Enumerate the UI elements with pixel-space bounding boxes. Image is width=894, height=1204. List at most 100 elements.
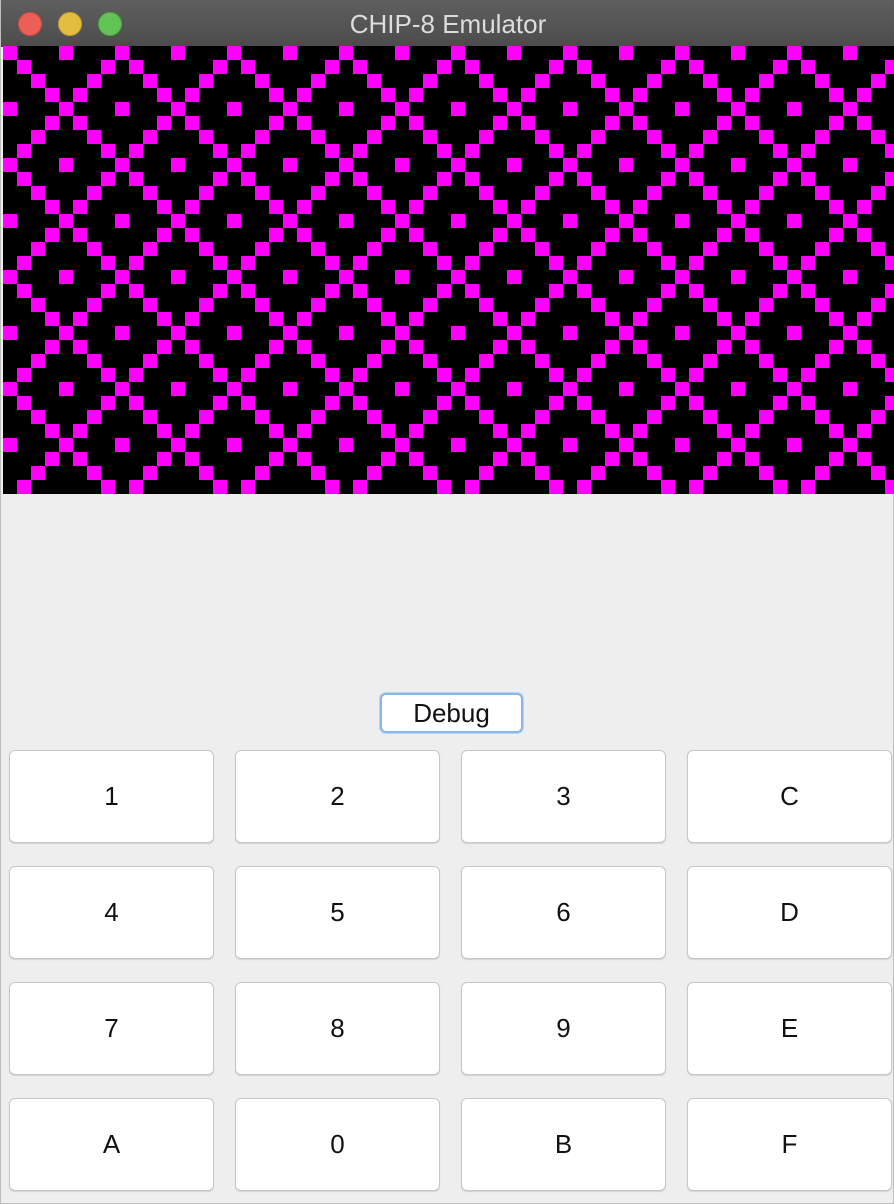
display-pixel	[549, 480, 563, 494]
key-0[interactable]: 0	[235, 1098, 440, 1191]
display-pixel	[3, 382, 17, 396]
display-pixel	[773, 396, 787, 410]
display-pixel	[577, 368, 591, 382]
display-pixel	[745, 424, 759, 438]
display-pixel	[157, 424, 171, 438]
display-pixel	[101, 172, 115, 186]
display-pixel	[815, 466, 829, 480]
display-pixel	[535, 186, 549, 200]
display-pixel	[171, 382, 185, 396]
display-pixel	[241, 396, 255, 410]
display-pixel	[129, 284, 143, 298]
display-pixel	[675, 438, 689, 452]
key-b[interactable]: B	[461, 1098, 666, 1191]
display-pixel	[199, 186, 213, 200]
display-pixel	[269, 116, 283, 130]
key-5[interactable]: 5	[235, 866, 440, 959]
display-pixel	[689, 172, 703, 186]
display-pixel	[227, 326, 241, 340]
display-pixel	[31, 186, 45, 200]
display-pixel	[689, 284, 703, 298]
window-title: CHIP-8 Emulator	[349, 9, 547, 39]
display-pixel	[465, 60, 479, 74]
display-pixel	[563, 382, 577, 396]
display-pixel	[45, 200, 59, 214]
display-pixel	[437, 396, 451, 410]
key-e[interactable]: E	[687, 982, 892, 1075]
display-pixel	[45, 228, 59, 242]
display-pixel	[73, 340, 87, 354]
display-pixel	[745, 228, 759, 242]
display-pixel	[255, 186, 269, 200]
display-pixel	[101, 144, 115, 158]
display-pixel	[451, 214, 465, 228]
display-pixel	[311, 354, 325, 368]
display-pixel	[199, 410, 213, 424]
display-pixel	[241, 60, 255, 74]
key-c[interactable]: C	[687, 750, 892, 843]
display-pixel	[297, 424, 311, 438]
display-pixel	[143, 186, 157, 200]
title-bar[interactable]: CHIP-8 Emulator	[1, 0, 894, 47]
key-3[interactable]: 3	[461, 750, 666, 843]
key-8[interactable]: 8	[235, 982, 440, 1075]
key-f[interactable]: F	[687, 1098, 892, 1191]
key-9[interactable]: 9	[461, 982, 666, 1075]
display-pixel	[409, 452, 423, 466]
display-pixel	[759, 410, 773, 424]
display-pixel	[717, 116, 731, 130]
display-pixel	[507, 214, 521, 228]
display-pixel	[227, 438, 241, 452]
display-pixel	[717, 312, 731, 326]
display-pixel	[535, 298, 549, 312]
display-pixel	[731, 158, 745, 172]
key-1[interactable]: 1	[9, 750, 214, 843]
display-pixel	[507, 382, 521, 396]
key-4[interactable]: 4	[9, 866, 214, 959]
display-pixel	[339, 214, 353, 228]
display-pixel	[717, 340, 731, 354]
display-pixel	[157, 452, 171, 466]
display-pixel	[185, 200, 199, 214]
display-pixel	[493, 340, 507, 354]
display-pixel	[395, 326, 409, 340]
display-pixel	[857, 88, 871, 102]
display-pixel	[325, 60, 339, 74]
key-d[interactable]: D	[687, 866, 892, 959]
display-pixel	[521, 200, 535, 214]
debug-button[interactable]: Debug	[380, 693, 523, 733]
display-pixel	[535, 354, 549, 368]
display-pixel	[465, 480, 479, 494]
display-pixel	[591, 186, 605, 200]
display-pixel	[115, 382, 129, 396]
display-pixel	[507, 270, 521, 284]
display-pixel	[283, 438, 297, 452]
key-2[interactable]: 2	[235, 750, 440, 843]
key-6[interactable]: 6	[461, 866, 666, 959]
display-pixel	[437, 172, 451, 186]
display-pixel	[87, 74, 101, 88]
display-pixel	[591, 298, 605, 312]
display-pixel	[31, 242, 45, 256]
key-7[interactable]: 7	[9, 982, 214, 1075]
display-pixel	[703, 354, 717, 368]
key-a[interactable]: A	[9, 1098, 214, 1191]
display-pixel	[157, 116, 171, 130]
display-pixel	[3, 158, 17, 172]
display-pixel	[269, 312, 283, 326]
display-pixel	[129, 144, 143, 158]
display-pixel	[759, 242, 773, 256]
display-pixel	[157, 200, 171, 214]
display-pixel	[185, 312, 199, 326]
display-pixel	[311, 242, 325, 256]
display-pixel	[479, 242, 493, 256]
display-pixel	[815, 410, 829, 424]
display-pixel	[843, 270, 857, 284]
display-pixel	[171, 438, 185, 452]
display-pixel	[731, 46, 745, 60]
display-pixel	[493, 88, 507, 102]
display-pixel	[423, 74, 437, 88]
display-pixel	[101, 284, 115, 298]
display-pixel	[283, 158, 297, 172]
display-pixel	[353, 284, 367, 298]
